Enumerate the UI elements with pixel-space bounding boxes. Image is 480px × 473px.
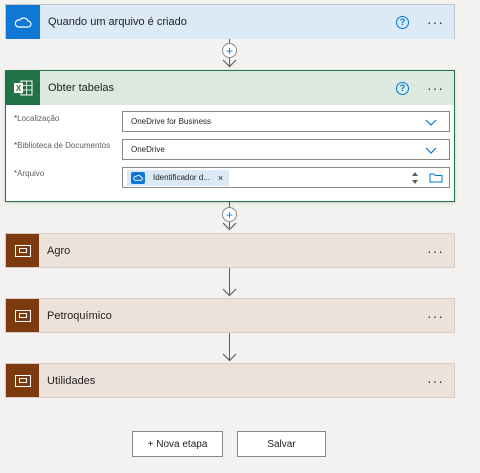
folder-icon[interactable] xyxy=(429,172,443,183)
chevron-down-icon xyxy=(425,119,437,126)
svg-text:X: X xyxy=(16,84,22,93)
more-options-icon[interactable]: ··· xyxy=(427,309,444,323)
scope-card-utilidades[interactable]: Utilidades ··· xyxy=(5,363,455,398)
location-label: *Localização xyxy=(14,114,60,123)
token-label: Identificador d... xyxy=(153,173,210,182)
save-button[interactable]: Salvar xyxy=(237,431,326,457)
scope-title: Agro xyxy=(47,244,71,257)
library-dropdown[interactable]: OneDrive xyxy=(122,139,450,160)
file-label: *Arquivo xyxy=(14,169,45,178)
scope-title: Utilidades xyxy=(47,374,96,387)
scope-icon xyxy=(6,299,39,332)
file-input[interactable]: Identificador d... × xyxy=(122,167,450,188)
remove-token-icon[interactable]: × xyxy=(218,173,223,183)
arrow-down-icon xyxy=(222,288,237,297)
more-options-icon[interactable]: ··· xyxy=(427,15,444,29)
onedrive-icon xyxy=(6,5,40,39)
arrow-down-icon xyxy=(222,222,237,231)
scope-card-agro[interactable]: Agro ··· xyxy=(5,233,455,268)
arrow-down-icon xyxy=(222,353,237,362)
scope-icon xyxy=(6,234,39,267)
dynamic-content-token[interactable]: Identificador d... × xyxy=(127,169,230,186)
chevron-down-icon xyxy=(425,147,437,154)
library-label: *Biblioteca de Documentos xyxy=(14,141,111,150)
up-down-icon[interactable] xyxy=(411,170,419,186)
scope-header[interactable]: Utilidades ··· xyxy=(6,364,454,397)
arrow-down-icon xyxy=(222,59,237,68)
new-step-button[interactable]: + Nova etapa xyxy=(132,431,223,457)
scope-header[interactable]: Agro ··· xyxy=(6,234,454,267)
insert-step-button[interactable]: + xyxy=(222,207,237,222)
more-options-icon[interactable]: ··· xyxy=(427,244,444,258)
help-icon[interactable]: ? xyxy=(396,81,409,95)
location-dropdown[interactable]: OneDrive for Business xyxy=(122,111,450,132)
more-options-icon[interactable]: ··· xyxy=(427,81,444,95)
scope-card-petroquimico[interactable]: Petroquímico ··· xyxy=(5,298,455,333)
scope-title: Petroquímico xyxy=(47,309,112,322)
excel-action-card[interactable]: X Obter tabelas ? ··· *Localização OneDr… xyxy=(5,70,455,202)
help-icon[interactable]: ? xyxy=(396,15,409,29)
scope-header[interactable]: Petroquímico ··· xyxy=(6,299,454,332)
excel-icon: X xyxy=(6,71,40,105)
insert-step-button[interactable]: + xyxy=(222,43,237,58)
trigger-title: Quando um arquivo é criado xyxy=(48,16,187,28)
onedrive-icon xyxy=(131,171,145,184)
scope-icon xyxy=(6,364,39,397)
excel-header[interactable]: X Obter tabelas ? ··· xyxy=(6,71,454,105)
excel-title: Obter tabelas xyxy=(48,82,115,94)
trigger-header[interactable]: Quando um arquivo é criado ? ··· xyxy=(6,5,454,39)
more-options-icon[interactable]: ··· xyxy=(427,374,444,388)
trigger-card[interactable]: Quando um arquivo é criado ? ··· xyxy=(5,4,455,39)
